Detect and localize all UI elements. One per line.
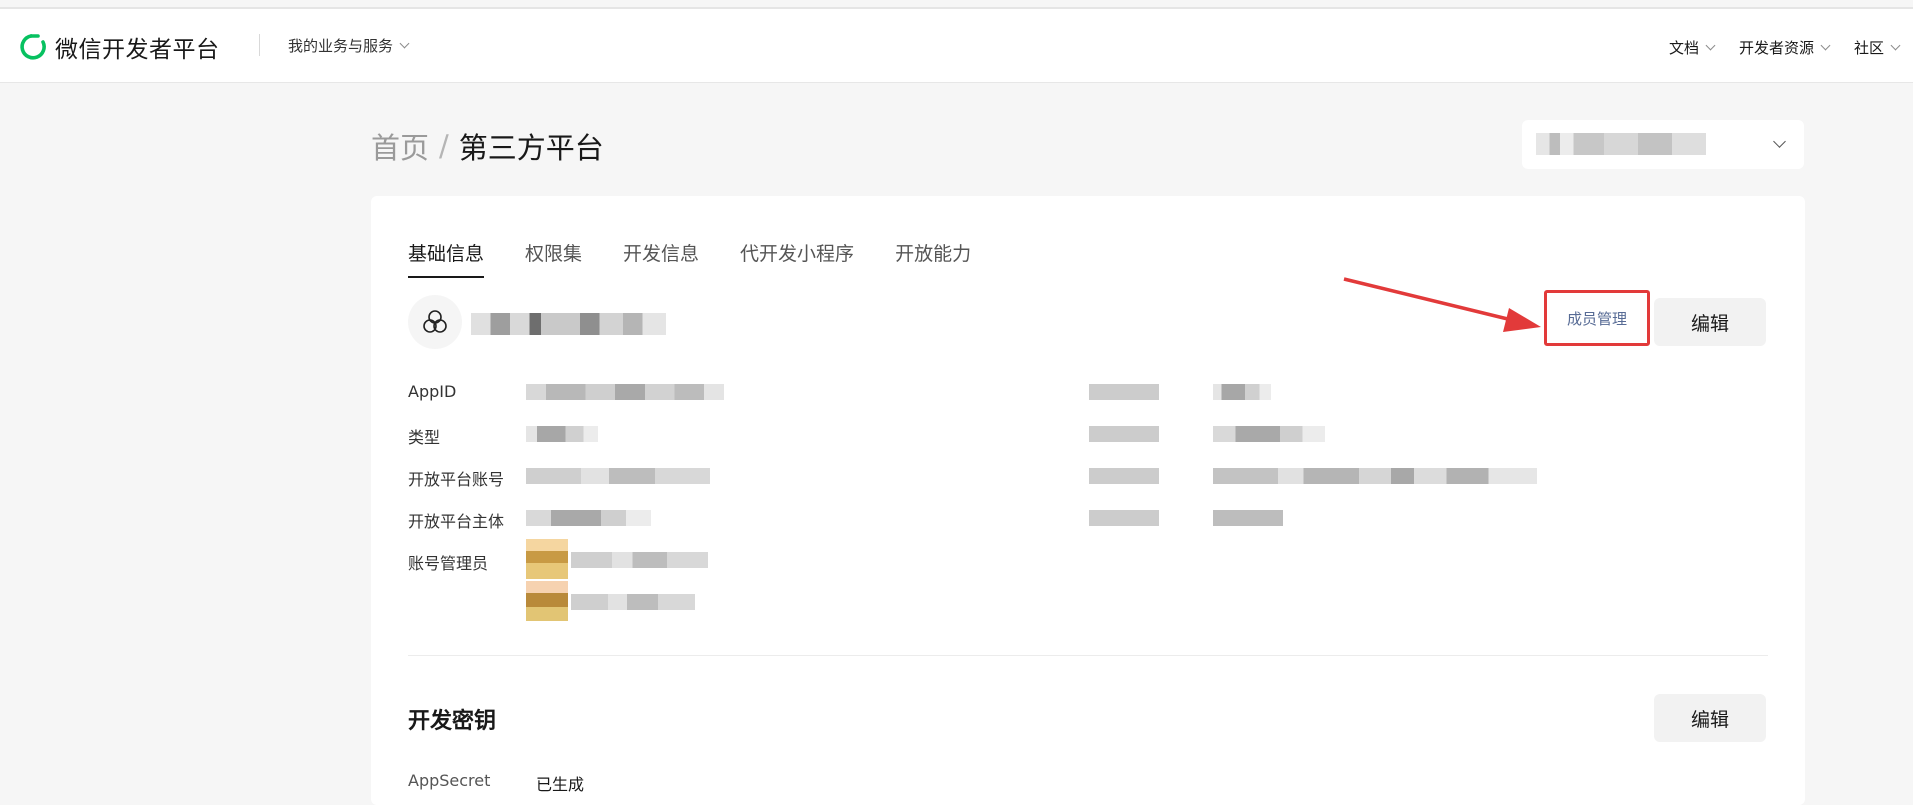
top-header: 微信开发者平台 我的业务与服务 文档 开发者资源 社区 <box>0 9 1913 83</box>
value-redacted <box>1213 510 1283 526</box>
admin-name-redacted <box>571 552 708 568</box>
breadcrumb: 首页 / 第三方平台 <box>371 125 604 167</box>
member-manage-button[interactable]: 成员管理 <box>1544 290 1650 346</box>
label-admins: 账号管理员 <box>408 554 489 573</box>
tab-basic-info[interactable]: 基础信息 <box>408 239 485 278</box>
chevron-down-icon <box>1705 40 1716 51</box>
brand-name: 微信开发者平台 <box>55 37 220 63</box>
tab-open-capability[interactable]: 开放能力 <box>895 239 971 278</box>
main-card: 基础信息 权限集 开发信息 代开发小程序 开放能力 成员管理 编辑 AppID … <box>371 196 1805 805</box>
nav-docs-label: 文档 <box>1668 39 1699 57</box>
subject-value-redacted <box>526 510 651 526</box>
nav-dev-resources[interactable]: 开发者资源 <box>1738 37 1831 58</box>
tab-permissions[interactable]: 权限集 <box>525 239 582 278</box>
nav-docs[interactable]: 文档 <box>1668 37 1716 58</box>
account-value-redacted <box>526 468 710 484</box>
account-switcher[interactable] <box>1522 120 1804 169</box>
chevron-down-icon <box>1773 135 1786 148</box>
dev-key-title: 开发密钥 <box>408 709 497 734</box>
header-divider <box>259 34 260 56</box>
brand-logo[interactable]: 微信开发者平台 <box>19 30 220 64</box>
three-circles-icon <box>423 310 447 333</box>
chevron-down-icon <box>1820 40 1831 51</box>
nav-dev-resources-label: 开发者资源 <box>1738 39 1814 57</box>
page-title: 第三方平台 <box>458 131 604 165</box>
chevron-down-icon <box>399 38 410 49</box>
nav-community-label: 社区 <box>1853 39 1884 57</box>
top-nav: 文档 开发者资源 社区 <box>1644 37 1901 58</box>
app-name-redacted <box>471 313 666 335</box>
account-name-redacted <box>1536 133 1706 155</box>
breadcrumb-home[interactable]: 首页 <box>371 125 429 167</box>
tab-dev-info[interactable]: 开发信息 <box>623 239 699 278</box>
wechat-logo-icon <box>20 34 46 60</box>
label-redacted <box>1089 384 1159 400</box>
business-menu[interactable]: 我的业务与服务 <box>288 35 410 56</box>
label-redacted <box>1089 468 1159 484</box>
edit-basic-info-button[interactable]: 编辑 <box>1654 298 1766 346</box>
business-menu-label: 我的业务与服务 <box>288 37 394 55</box>
tab-mini-program[interactable]: 代开发小程序 <box>740 239 854 278</box>
nav-community[interactable]: 社区 <box>1853 37 1901 58</box>
value-redacted <box>1213 384 1271 400</box>
type-value-redacted <box>526 426 598 442</box>
label-redacted <box>1089 510 1159 526</box>
label-account: 开放平台账号 <box>408 470 505 489</box>
label-appid: AppID <box>408 382 457 401</box>
breadcrumb-separator: / <box>439 129 449 163</box>
appsecret-status: 已生成 <box>536 775 585 794</box>
chevron-down-icon <box>1890 40 1901 51</box>
admin-avatar <box>526 581 568 621</box>
app-avatar <box>408 295 462 349</box>
appsecret-label: AppSecret <box>408 771 491 790</box>
tab-bar: 基础信息 权限集 开发信息 代开发小程序 开放能力 <box>408 239 1012 278</box>
appid-value-redacted <box>526 384 724 400</box>
label-redacted <box>1089 426 1159 442</box>
label-type: 类型 <box>408 428 441 447</box>
value-redacted <box>1213 468 1537 484</box>
value-redacted <box>1213 426 1325 442</box>
admin-avatar <box>526 539 568 579</box>
edit-dev-key-button[interactable]: 编辑 <box>1654 694 1766 742</box>
section-divider <box>408 655 1768 656</box>
label-subject: 开放平台主体 <box>408 512 505 531</box>
admin-name-redacted <box>571 594 695 610</box>
